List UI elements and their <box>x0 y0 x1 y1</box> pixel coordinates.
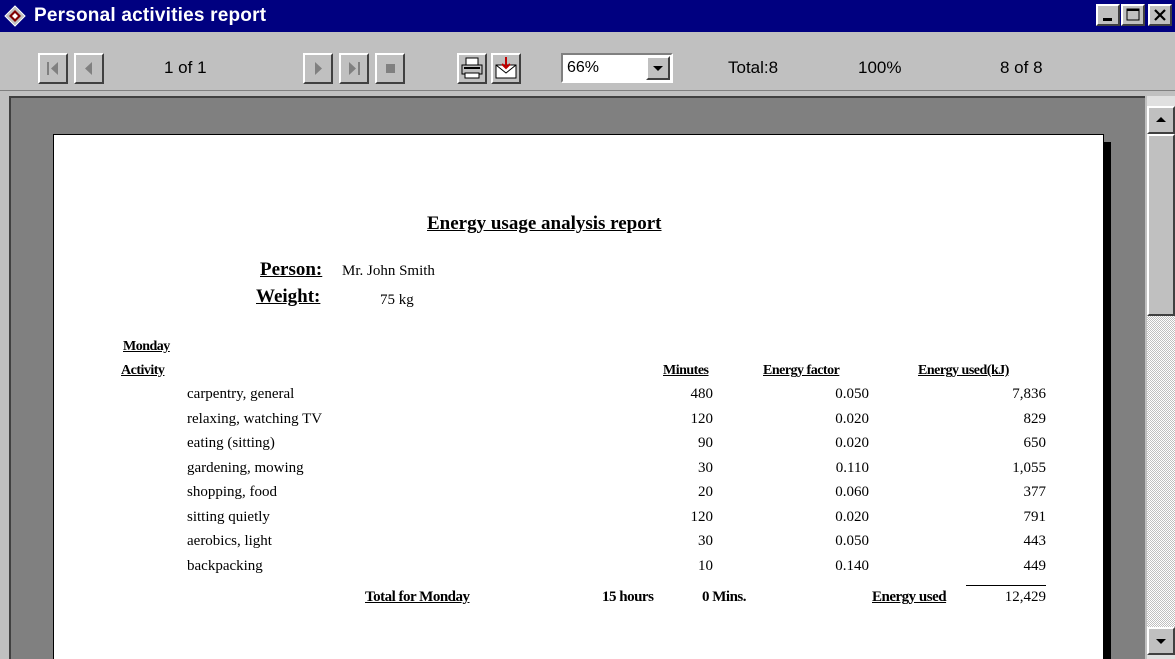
scroll-thumb[interactable] <box>1147 134 1175 316</box>
person-value: Mr. John Smith <box>342 263 435 279</box>
minimize-icon <box>1103 18 1112 21</box>
minutes-cell: 480 <box>690 386 714 402</box>
weight-value: 75 kg <box>380 292 414 308</box>
percent-complete: 100% <box>858 58 902 77</box>
arrow-up-icon <box>1156 117 1166 122</box>
minutes-cell: 30 <box>698 460 713 476</box>
activity-cell: sitting quietly <box>187 509 270 525</box>
factor-cell: 0.020 <box>835 411 869 427</box>
activity-cell: backpacking <box>187 558 263 574</box>
chevron-down-icon <box>653 66 663 71</box>
first-page-button[interactable] <box>38 53 68 84</box>
record-indicator: 8 of 8 <box>1000 58 1043 77</box>
energy-cell: 7,836 <box>1012 386 1046 402</box>
total-rule <box>966 585 1046 586</box>
minimize-button[interactable] <box>1096 4 1120 26</box>
scroll-track[interactable] <box>1147 316 1175 629</box>
page-shadow <box>1104 142 1111 659</box>
minutes-cell: 30 <box>698 533 713 549</box>
factor-cell: 0.020 <box>835 509 869 525</box>
next-page-button[interactable] <box>303 53 333 84</box>
zoom-dropdown-button[interactable] <box>646 56 670 80</box>
energy-cell: 1,055 <box>1012 460 1046 476</box>
close-icon <box>1154 9 1166 21</box>
total-count: Total:8 <box>728 58 779 77</box>
printer-icon <box>461 57 483 79</box>
activity-cell: shopping, food <box>187 484 277 500</box>
column-header-activity: Activity <box>121 363 165 378</box>
first-page-icon <box>47 62 58 75</box>
zoom-value: 66% <box>567 59 600 76</box>
energy-total: 12,429 <box>1004 589 1046 605</box>
minutes-cell: 90 <box>698 435 713 451</box>
export-mail-icon <box>495 57 517 79</box>
energy-cell: 449 <box>1023 558 1047 574</box>
minutes-cell: 10 <box>698 558 713 574</box>
energy-cell: 791 <box>1023 509 1047 525</box>
window-title: Personal activities report <box>34 5 267 26</box>
energy-cell: 443 <box>1023 533 1047 549</box>
export-button[interactable] <box>491 53 521 84</box>
person-label: Person: <box>260 259 323 280</box>
factor-cell: 0.140 <box>835 558 869 574</box>
previous-page-icon <box>85 62 92 75</box>
activity-cell: gardening, mowing <box>187 460 304 476</box>
energy-cell: 650 <box>1023 435 1047 451</box>
column-header-factor: Energy factor <box>763 363 840 378</box>
arrow-down-icon <box>1156 639 1166 644</box>
zoom-select[interactable]: 66% <box>561 53 673 83</box>
factor-cell: 0.020 <box>835 435 869 451</box>
minutes-cell: 120 <box>690 411 714 427</box>
factor-cell: 0.110 <box>835 460 869 476</box>
report-page: Energy usage analysis report Person: Mr.… <box>53 134 1104 659</box>
activity-cell: relaxing, watching TV <box>187 411 323 427</box>
column-header-energy: Energy used(kJ) <box>918 363 1009 378</box>
energy-cell: 377 <box>1023 484 1047 500</box>
app-icon <box>4 5 26 27</box>
total-mins: 0 Mins. <box>702 589 747 605</box>
close-button[interactable] <box>1148 4 1172 26</box>
factor-cell: 0.050 <box>835 386 869 402</box>
total-label: Total for Monday <box>365 589 470 605</box>
activity-cell: carpentry, general <box>187 386 295 402</box>
factor-cell: 0.050 <box>835 533 869 549</box>
scroll-up-button[interactable] <box>1147 106 1175 134</box>
maximize-button[interactable] <box>1121 4 1145 26</box>
column-header-minutes: Minutes <box>663 363 709 378</box>
toolbar: 1 of 1 66% Total:8 100% 8 of 8 <box>0 32 1175 91</box>
next-page-icon <box>315 62 322 75</box>
activity-cell: aerobics, light <box>187 533 272 549</box>
factor-cell: 0.060 <box>835 484 869 500</box>
vertical-scrollbar[interactable] <box>1147 96 1175 659</box>
total-hours: 15 hours <box>602 589 654 605</box>
print-button[interactable] <box>457 53 487 84</box>
energy-used-label: Energy used <box>872 589 947 605</box>
report-title: Energy usage analysis report <box>427 213 662 234</box>
last-page-icon <box>349 62 360 75</box>
energy-cell: 829 <box>1023 411 1047 427</box>
preview-area: Energy usage analysis report Person: Mr.… <box>9 96 1145 659</box>
stop-icon <box>386 64 395 73</box>
page-indicator: 1 of 1 <box>164 58 207 77</box>
maximize-icon <box>1126 8 1140 21</box>
scroll-down-button[interactable] <box>1147 627 1175 655</box>
activity-cell: eating (sitting) <box>187 435 275 451</box>
stop-button[interactable] <box>375 53 405 84</box>
minutes-cell: 20 <box>698 484 713 500</box>
weight-label: Weight: <box>256 286 321 307</box>
title-bar: Personal activities report <box>0 0 1175 32</box>
day-heading: Monday <box>123 339 170 354</box>
minutes-cell: 120 <box>690 509 714 525</box>
previous-page-button[interactable] <box>74 53 104 84</box>
last-page-button[interactable] <box>339 53 369 84</box>
